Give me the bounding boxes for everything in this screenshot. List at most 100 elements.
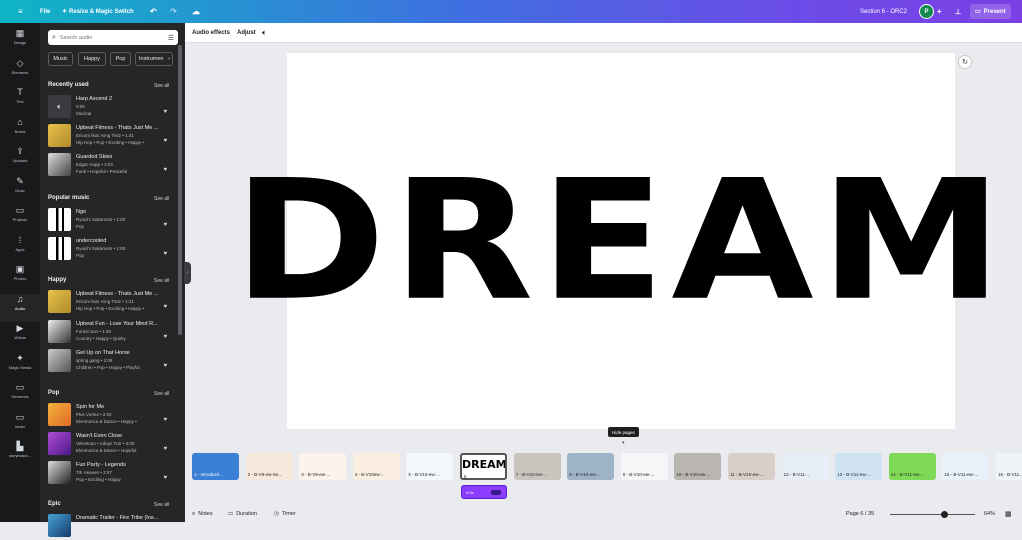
audio-track-item[interactable]: Guarded Skies Edgar Hopp • 3:03 Funk • Hop…: [48, 153, 173, 179]
rail-item-videos[interactable]: ▶ Videos: [0, 323, 40, 351]
track-thumbnail[interactable]: [48, 461, 71, 484]
redo-icon[interactable]: ↷: [170, 0, 177, 23]
track-thumbnail[interactable]: [48, 514, 71, 537]
audio-track-clip[interactable]: 0:0s: [461, 485, 507, 499]
page-thumbnail[interactable]: 12 - B-V11-...: [781, 453, 829, 480]
rail-item-music[interactable]: ▭ music: [0, 412, 40, 440]
audio-track-item[interactable]: Upbeat Fun - Lose Your Mind R... Forest S…: [48, 320, 173, 346]
rail-item-uploads[interactable]: ⇪ Uploads: [0, 146, 40, 174]
favorite-icon[interactable]: ♥: [163, 251, 167, 257]
page-thumbnail[interactable]: DREAM 6: [460, 453, 507, 480]
page-thumbnail[interactable]: 10 - B-V10-ew-...: [674, 453, 722, 480]
favorite-icon[interactable]: ♥: [163, 417, 167, 423]
audio-track-item[interactable]: undercooled Ryuichi Sakamoto • 1:00 Pop ♥: [48, 237, 173, 263]
page-thumbnail[interactable]: 11 - B-V10-ew-...: [728, 453, 775, 480]
page-thumbnail[interactable]: 5 - B-V10-ew-...: [406, 453, 454, 480]
duration-button[interactable]: ▭ Duration: [228, 506, 257, 522]
page-thumbnail[interactable]: 9 - B-V10-ew-...: [620, 453, 668, 480]
cloud-save-icon[interactable]: ☁: [192, 0, 200, 23]
audio-track-item[interactable]: Upbeat Fitness - Thats Just Me ... Ericom…: [48, 290, 173, 316]
design-canvas[interactable]: DREAM: [233, 53, 1003, 429]
track-thumbnail[interactable]: [48, 349, 71, 372]
audio-track-item[interactable]: Get Up on That Horse spring gang • 2:09 Ch…: [48, 349, 173, 375]
audio-track-item[interactable]: Spin for Me Plus Vortex • 2:04 Electronica…: [48, 403, 173, 429]
page-thumbnail[interactable]: 8 - B-V10-ew-...: [567, 453, 615, 480]
audio-track-item[interactable]: Fun Party - Legends 7th Heaven • 2:07 Pop …: [48, 461, 173, 487]
zoom-slider[interactable]: [890, 511, 975, 518]
track-thumbnail[interactable]: [48, 208, 71, 231]
analytics-icon[interactable]: ⊥: [955, 0, 961, 23]
rail-item-audio[interactable]: ♫ Audio: [0, 293, 40, 322]
rail-item-genemes[interactable]: ▭ Genemes: [0, 382, 40, 410]
undo-icon[interactable]: ↶: [150, 0, 157, 23]
track-thumbnail[interactable]: [48, 153, 71, 176]
file-menu[interactable]: File: [40, 0, 50, 23]
resize-button[interactable]: ✦ Resize & Magic Switch: [62, 0, 134, 23]
zoom-level[interactable]: 64%: [984, 506, 995, 522]
rail-item-design[interactable]: ▦ Design: [0, 28, 40, 56]
see-all-link[interactable]: See all: [154, 502, 169, 508]
see-all-link[interactable]: See all: [154, 196, 169, 202]
rail-item-draw[interactable]: ✎ Draw: [0, 176, 40, 204]
refresh-icon[interactable]: ↻: [958, 55, 972, 69]
canvas-heading[interactable]: DREAM: [233, 53, 1003, 429]
plus-icon[interactable]: +: [937, 0, 942, 23]
page-thumbnail[interactable]: 15 - B-V11-ew-...: [942, 453, 990, 480]
chip-instrumental[interactable]: Instrumen ›: [135, 52, 173, 66]
page-thumbnail[interactable]: 1 - Introducti...: [192, 453, 239, 480]
rail-item-storyboard[interactable]: ▙ storyboard...: [0, 441, 40, 469]
track-thumbnail[interactable]: [48, 432, 71, 455]
page-thumbnail[interactable]: 2 - B-V9-ew-Se...: [245, 453, 293, 480]
document-title[interactable]: Section 6 - ORC2: [860, 0, 907, 23]
audio-track-item[interactable]: Upbeat Fitness - Thats Just Me ... Ericom…: [48, 124, 173, 150]
audio-track-item[interactable]: Ngo Ryuichi Sakamoto • 1:00 Pop ♥: [48, 208, 173, 234]
page-thumbnail[interactable]: 14 - B-V11-ew-...: [888, 453, 936, 480]
track-thumbnail[interactable]: [48, 320, 71, 343]
audio-track-item[interactable]: Dramatic Trailer - Fire Tribe (Ins...: [48, 514, 173, 540]
audio-track-item[interactable]: Wasn't Even Close Velvetoon • Aduyn Turr …: [48, 432, 173, 458]
timer-button[interactable]: ◷ Timer: [274, 506, 296, 522]
page-thumbnail[interactable]: 16 - B-V11...: [996, 453, 1022, 480]
audio-clip-handle[interactable]: [491, 490, 501, 495]
track-thumbnail[interactable]: [48, 403, 71, 426]
audio-effects-button[interactable]: Audio effects: [192, 30, 230, 36]
filter-icon[interactable]: ☰: [168, 34, 174, 42]
favorite-icon[interactable]: ♥: [163, 222, 167, 228]
page-thumbnail[interactable]: 3 - B-V9-ew-...: [299, 453, 347, 480]
audio-track-item[interactable]: 🔈︎ Harp Ascend 2 0:05 Musical ♥: [48, 95, 173, 121]
favorite-icon[interactable]: ♥: [163, 167, 167, 173]
page-thumbnail[interactable]: 4 - B-V10ew-...: [352, 453, 400, 480]
grid-view-icon[interactable]: ▦: [1005, 506, 1012, 522]
rail-item-text[interactable]: T Text: [0, 87, 40, 115]
chip-happy[interactable]: Happy: [78, 52, 106, 66]
notes-button[interactable]: ≡ Notes: [192, 506, 213, 522]
page-thumbnail[interactable]: 7 - B-V10-ew-...: [513, 453, 561, 480]
adjust-button[interactable]: Adjust: [237, 30, 256, 36]
rail-item-photos[interactable]: ▣ Photos: [0, 264, 40, 292]
track-thumbnail[interactable]: [48, 237, 71, 260]
see-all-link[interactable]: See all: [154, 83, 169, 89]
track-thumbnail[interactable]: [48, 290, 71, 313]
hamburger-icon[interactable]: ≡: [18, 0, 23, 23]
page-thumbnail[interactable]: 13 - B-V11-ew-...: [835, 453, 883, 480]
rail-item-apps[interactable]: ⁞ Apps: [0, 235, 40, 263]
favorite-icon[interactable]: ♥: [163, 304, 167, 310]
rail-item-projects[interactable]: ▭ Projects: [0, 205, 40, 233]
present-button[interactable]: ▭ Present: [970, 4, 1011, 19]
favorite-icon[interactable]: ♥: [163, 475, 167, 481]
chevron-right-icon[interactable]: ›: [168, 56, 170, 62]
volume-icon[interactable]: 🔈︎: [262, 28, 267, 38]
search-input[interactable]: ⌕ Search audio ☰: [48, 30, 178, 45]
chip-pop[interactable]: Pop: [110, 52, 131, 66]
see-all-link[interactable]: See all: [154, 278, 169, 284]
zoom-slider-thumb[interactable]: [940, 511, 948, 518]
chip-music[interactable]: Music: [48, 52, 73, 66]
favorite-icon[interactable]: ♥: [163, 109, 167, 115]
track-thumbnail[interactable]: [48, 124, 71, 147]
collapse-panel-handle[interactable]: ‹: [184, 262, 191, 284]
rail-item-magic-media[interactable]: ✦ Magic Media: [0, 353, 40, 381]
favorite-icon[interactable]: ♥: [163, 446, 167, 452]
panel-scrollbar[interactable]: [178, 45, 182, 335]
favorite-icon[interactable]: ♥: [163, 138, 167, 144]
speaker-icon[interactable]: 🔈︎: [48, 95, 71, 118]
